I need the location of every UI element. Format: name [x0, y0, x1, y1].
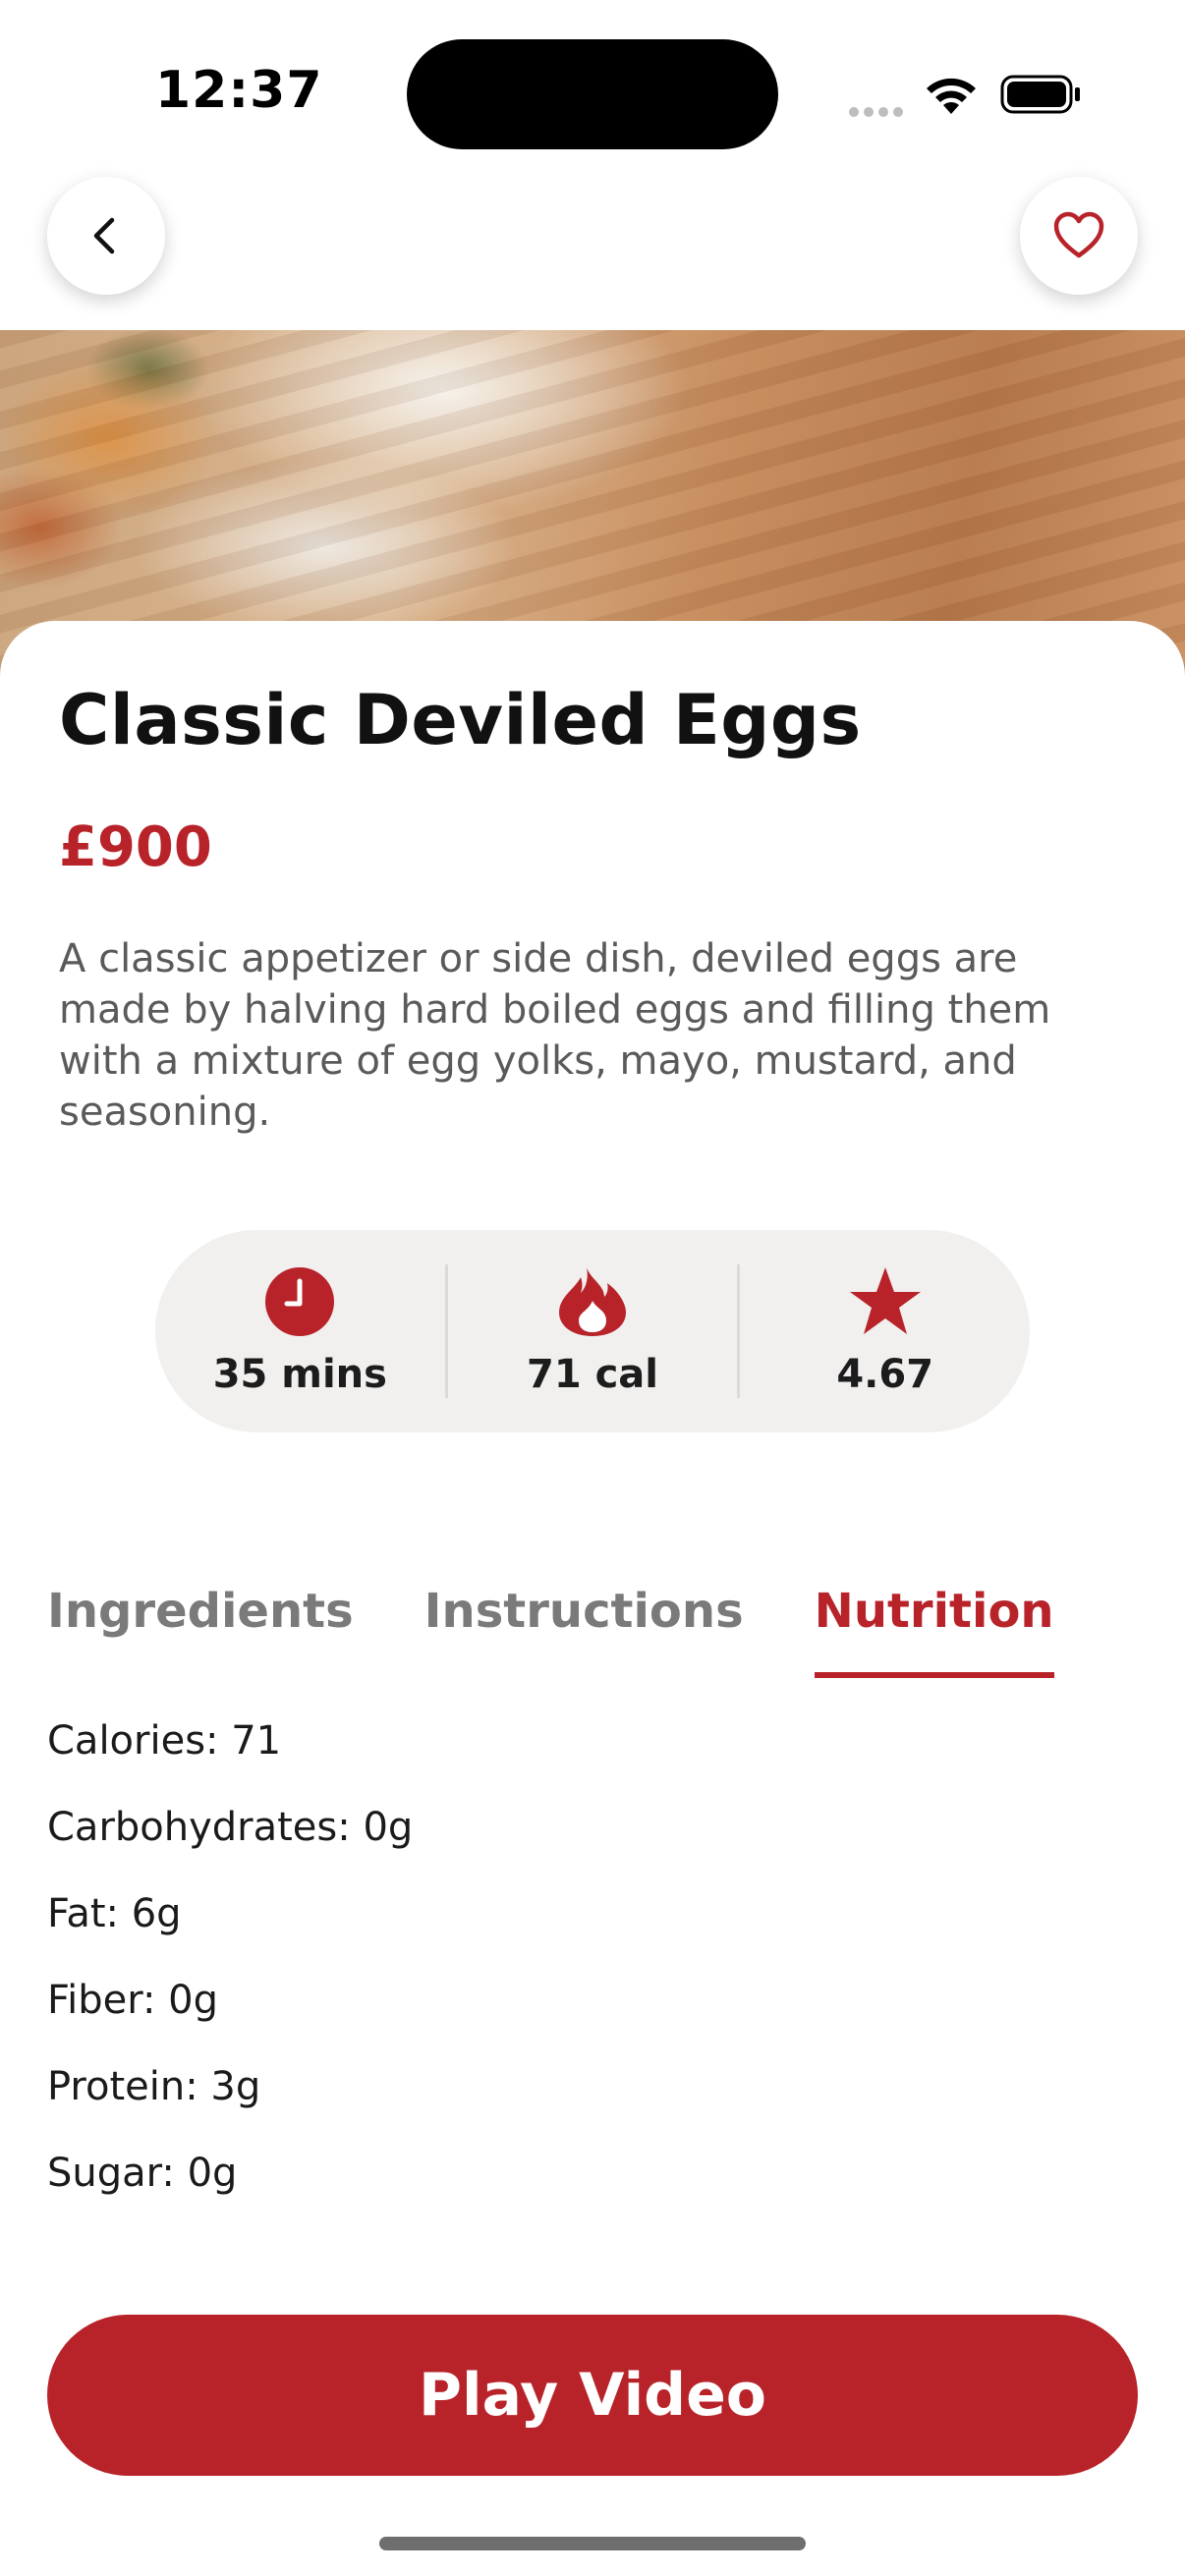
nutrition-item-protein: Protein: 3g	[47, 2064, 261, 2109]
status-time: 12:37	[155, 61, 323, 120]
chevron-left-icon	[93, 217, 115, 254]
recipe-stats-bar: 35 mins 71 cal 4.67	[155, 1230, 1030, 1432]
clock-icon	[265, 1267, 335, 1336]
stat-rating: 4.67	[740, 1230, 1030, 1432]
recipe-detail-screen: 12:37 Classic Deviled Eggs £900 A classi…	[0, 0, 1185, 2576]
recipe-tabs: Ingredients Instructions Nutrition	[47, 1584, 1125, 1678]
wifi-icon	[927, 78, 976, 114]
stat-time: 35 mins	[155, 1230, 445, 1432]
nutrition-item-carbohydrates: Carbohydrates: 0g	[47, 1805, 414, 1850]
cellular-signal-icon	[849, 102, 908, 121]
play-video-button[interactable]: Play Video	[47, 2315, 1138, 2476]
nutrition-item-fat: Fat: 6g	[47, 1891, 182, 1936]
battery-icon	[1000, 75, 1080, 114]
nutrition-list: Calories: 71 Carbohydrates: 0g Fat: 6g F…	[47, 1698, 413, 2216]
recipe-price: £900	[59, 815, 212, 879]
nutrition-item-calories: Calories: 71	[47, 1718, 282, 1764]
tab-ingredients[interactable]: Ingredients	[47, 1584, 354, 1672]
flame-icon	[559, 1267, 626, 1336]
stat-time-value: 35 mins	[212, 1352, 387, 1397]
stat-calories-value: 71 cal	[527, 1352, 659, 1397]
recipe-title: Classic Deviled Eggs	[59, 680, 862, 760]
tab-nutrition[interactable]: Nutrition	[814, 1584, 1054, 1678]
tab-instructions[interactable]: Instructions	[424, 1584, 744, 1672]
favorite-button[interactable]	[1020, 177, 1138, 295]
recipe-description: A classic appetizer or side dish, devile…	[59, 936, 1051, 1135]
dynamic-island	[407, 39, 778, 149]
back-button[interactable]	[47, 177, 165, 295]
home-indicator	[379, 2537, 806, 2550]
heart-outline-icon	[1053, 211, 1104, 258]
star-icon	[849, 1267, 921, 1334]
stat-calories: 71 cal	[448, 1230, 738, 1432]
recipe-content-card: Classic Deviled Eggs £900 A classic appe…	[0, 621, 1185, 2576]
nutrition-item-fiber: Fiber: 0g	[47, 1978, 218, 2023]
stat-rating-value: 4.67	[836, 1352, 934, 1397]
nutrition-item-sugar: Sugar: 0g	[47, 2151, 238, 2196]
